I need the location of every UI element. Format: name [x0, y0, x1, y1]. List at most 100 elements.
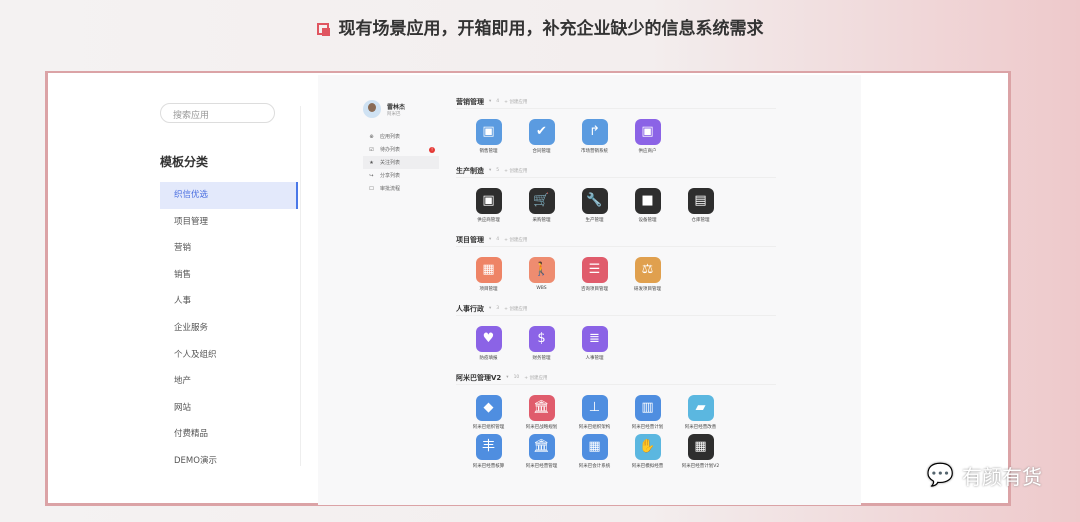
app-label: WBS: [515, 286, 568, 291]
app-label: 人事管理: [568, 355, 621, 361]
category-item[interactable]: 织信优选: [160, 182, 298, 209]
app-tile[interactable]: ▦阿米巴会计系统: [568, 434, 621, 469]
category-item[interactable]: DEMO演示: [160, 448, 298, 475]
org-chart-icon: ⊥: [582, 395, 608, 421]
category-item[interactable]: 个人及组织: [160, 342, 298, 369]
app-tile[interactable]: 🔧 生产管理: [568, 188, 621, 223]
nav-item[interactable]: ⊕应用列表: [363, 130, 439, 143]
app-tile[interactable]: ▤仓库管理: [674, 188, 727, 223]
section-header: 阿米巴管理V2 ▾ 10 + 创建应用: [456, 371, 776, 385]
category-list: 织信优选项目管理营销销售人事企业服务个人及组织地产网站付费精品DEMO演示: [160, 182, 300, 475]
category-item[interactable]: 人事: [160, 288, 298, 315]
app-count: 10: [514, 375, 520, 380]
headline: 现有场景应用，开箱即用，补充企业缺少的信息系统需求: [0, 14, 1080, 39]
app-tile[interactable]: ✋阿米巴模拟经营: [621, 434, 674, 469]
section-title[interactable]: 项目管理: [456, 235, 484, 245]
app-tile[interactable]: $财务管理: [515, 326, 568, 361]
nav-label: 应用列表: [380, 133, 400, 140]
app-tile[interactable]: ⊥ 阿米巴组织架构: [568, 395, 621, 430]
app-label: 阿米巴经营改善: [674, 424, 727, 430]
chevron-down-icon[interactable]: ▾: [489, 168, 491, 173]
app-tile[interactable]: ▦阿米巴经营计划V2: [674, 434, 727, 469]
app-tile[interactable]: ✔合同管理: [515, 119, 568, 154]
category-item[interactable]: 营销: [160, 235, 298, 262]
section-title[interactable]: 人事行政: [456, 304, 484, 314]
app-label: 咨询项目管理: [568, 286, 621, 292]
hand-icon: ✋: [635, 434, 661, 460]
search-input[interactable]: 搜索应用: [160, 103, 275, 123]
create-app-button[interactable]: + 创建应用: [504, 168, 527, 174]
category-item[interactable]: 网站: [160, 395, 298, 422]
app-tile[interactable]: ■设备管理: [621, 188, 674, 223]
section-title[interactable]: 营销管理: [456, 97, 484, 107]
nav-item[interactable]: ↪ 分享列表: [363, 169, 439, 182]
app-tile[interactable]: ▦项目管理: [462, 257, 515, 292]
app-tile[interactable]: 🏛阿米巴战略规划: [515, 395, 568, 430]
app-section: 营销管理▾4+ 创建应用▣销售管理✔合同管理↱市场营销系统▣供应商户: [456, 95, 776, 164]
section-title[interactable]: 生产制造: [456, 166, 484, 176]
check-icon: ✔: [529, 119, 555, 145]
app-sections: 营销管理▾4+ 创建应用▣销售管理✔合同管理↱市场营销系统▣供应商户生产制造▾5…: [456, 95, 776, 479]
category-item[interactable]: 企业服务: [160, 315, 298, 342]
app-label: 阿米巴经营核算: [462, 463, 515, 469]
app-label: 阿米巴组织管理: [462, 424, 515, 430]
app-label: 研发项目管理: [621, 286, 674, 292]
app-label: 生产管理: [568, 217, 621, 223]
app-nav: 雷林杰阿米巴 ⊕应用列表☑待办列表! ★ 关注列表 ↪ 分享列表 ☐审批流程: [363, 100, 439, 195]
wrench-icon: 🔧: [582, 188, 608, 214]
nav-label: 分享列表: [380, 172, 400, 179]
create-app-button[interactable]: + 创建应用: [504, 99, 527, 105]
app-tile[interactable]: ≣人事管理: [568, 326, 621, 361]
nav-item[interactable]: ☐审批流程: [363, 182, 439, 195]
calendar-icon: ▦: [476, 257, 502, 283]
chevron-down-icon[interactable]: ▾: [489, 237, 491, 242]
app-section: 人事行政▾3+ 创建应用♥防疫填报$财务管理≣人事管理: [456, 302, 776, 371]
nav-item[interactable]: ☑待办列表!: [363, 143, 439, 156]
nav-item[interactable]: ★ 关注列表: [363, 156, 439, 169]
app-tile[interactable]: 丰阿米巴经营核算: [462, 434, 515, 469]
section-title[interactable]: 阿米巴管理V2: [456, 373, 501, 383]
category-item[interactable]: 项目管理: [160, 209, 298, 236]
star-icon: ★: [369, 160, 374, 166]
category-item[interactable]: 付费精品: [160, 421, 298, 448]
app-count: 4: [496, 237, 499, 242]
category-item[interactable]: 地产: [160, 368, 298, 395]
chevron-down-icon[interactable]: ▾: [489, 306, 491, 311]
app-tile[interactable]: ⚖ 研发项目管理: [621, 257, 674, 292]
app-tile[interactable]: 🚶 WBS: [515, 257, 568, 292]
section-header: 人事行政▾3+ 创建应用: [456, 302, 776, 316]
app-label: 仓库管理: [674, 217, 727, 223]
app-tile[interactable]: ▥阿米巴经营计划: [621, 395, 674, 430]
user-profile[interactable]: 雷林杰阿米巴: [363, 100, 439, 118]
app-tile[interactable]: 🏛阿米巴经营管理: [515, 434, 568, 469]
divider: [300, 106, 301, 466]
create-app-button[interactable]: + 创建应用: [524, 375, 547, 381]
walker-icon: 🚶: [529, 257, 555, 283]
app-label: 供应商户: [621, 148, 674, 154]
calculator-icon: ▦: [582, 434, 608, 460]
create-app-button[interactable]: + 创建应用: [504, 237, 527, 243]
app-tile[interactable]: ♥防疫填报: [462, 326, 515, 361]
notification-badge: !: [429, 147, 435, 153]
create-app-button[interactable]: + 创建应用: [504, 306, 527, 312]
bar-chart-icon: ▥: [635, 395, 661, 421]
app-tile[interactable]: ▰阿米巴经营改善: [674, 395, 727, 430]
app-tile[interactable]: 🛒采购管理: [515, 188, 568, 223]
nav-label: 关注列表: [380, 159, 400, 166]
app-section: 阿米巴管理V2 ▾ 10 + 创建应用 ◆阿米巴组织管理🏛阿米巴战略规划 ⊥ 阿米巴组织架构…: [456, 371, 776, 479]
app-tile[interactable]: ☰咨询项目管理: [568, 257, 621, 292]
share-icon: ↪: [369, 173, 374, 179]
chevron-down-icon[interactable]: ▾: [489, 99, 491, 104]
app-section: 项目管理 ▾ 4 + 创建应用 ▦项目管理 🚶 WBS☰咨询项目管理 ⚖ 研发项目管理: [456, 233, 776, 302]
app-tile[interactable]: ▣供应商户: [621, 119, 674, 154]
app-tile[interactable]: ◆阿米巴组织管理: [462, 395, 515, 430]
category-item[interactable]: 销售: [160, 262, 298, 289]
scale-icon: ⚖: [635, 257, 661, 283]
app-section: 生产制造▾5+ 创建应用▣供应商管理🛒采购管理🔧生产管理■设备管理▤仓库管理: [456, 164, 776, 233]
app-tile[interactable]: ▣销售管理: [462, 119, 515, 154]
app-tile[interactable]: ↱市场营销系统: [568, 119, 621, 154]
app-tile[interactable]: ▣供应商管理: [462, 188, 515, 223]
chevron-down-icon[interactable]: ▾: [506, 375, 508, 380]
app-panel: 雷林杰阿米巴 ⊕应用列表☑待办列表! ★ 关注列表 ↪ 分享列表 ☐审批流程 营销管理 ▾ 4…: [318, 75, 861, 505]
app-label: 阿米巴组织架构: [568, 424, 621, 430]
